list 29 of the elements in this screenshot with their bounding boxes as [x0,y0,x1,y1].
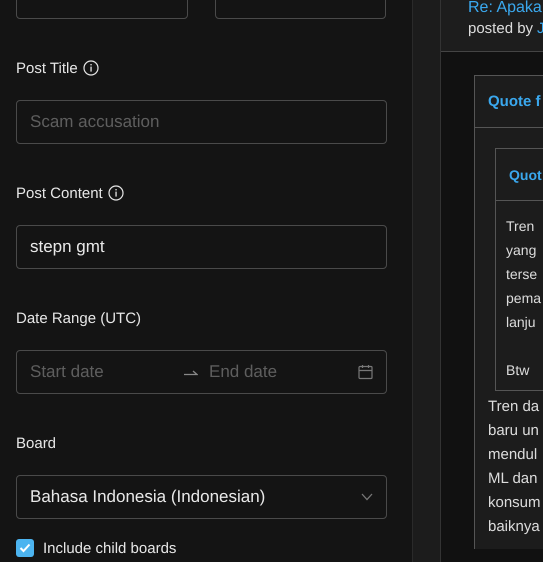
quote-header: Quote f [475,76,543,128]
post-title-link[interactable]: Re: Apaka [468,0,543,17]
quote-text-line: Tren [506,217,536,236]
calendar-icon[interactable] [358,364,373,380]
quote-text-line: yang [506,241,538,260]
quote-text-line: Btw [506,361,530,380]
field-label: Post Title [16,60,78,76]
posted-by-text: posted by [468,20,534,37]
field-label: Post Content [16,184,103,202]
post-text-line: Tren da [488,397,540,417]
post-text-line: ML dan [488,469,538,489]
chevron-down-icon [361,493,373,501]
checkmark-icon [19,543,31,553]
info-icon [82,60,99,76]
post-text-line: mendul [488,445,538,465]
post-content-field[interactable]: stepn gmt [16,225,387,269]
info-icon [108,185,124,201]
quote-header: Quot [496,149,543,201]
checkbox-label: Include child boards [43,540,176,556]
checkbox[interactable] [16,539,34,557]
post-text-line: baru un [488,421,540,441]
post-text-line: baiknya [488,517,541,537]
field-label: Board [16,434,56,452]
quote-text-line: pema [506,289,542,308]
quote-text-line: lanju [506,313,537,332]
quote-text-line: terse [506,265,538,284]
post-text-line: konsum [488,493,542,513]
field-label: Date Range (UTC) [16,310,142,326]
board-select[interactable]: Bahasa Indonesia (Indonesian) [16,475,387,519]
